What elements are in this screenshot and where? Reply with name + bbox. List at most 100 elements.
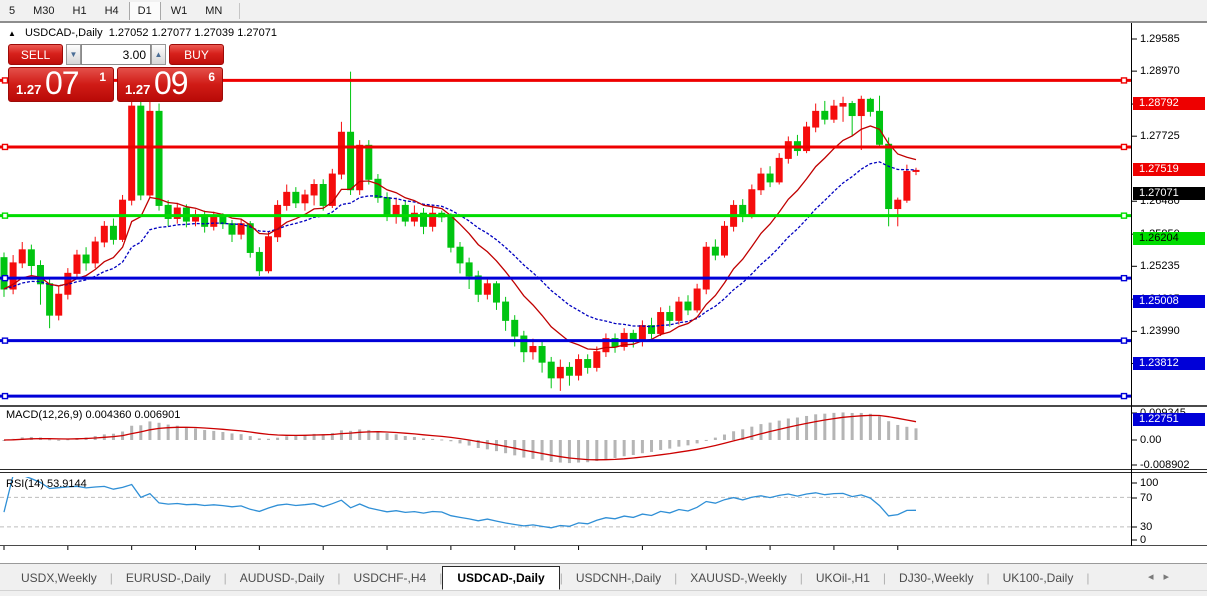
chart-tab-audusd[interactable]: AUDUSD-,Daily bbox=[227, 567, 338, 589]
candle bbox=[538, 345, 546, 363]
timeframe-button-5[interactable]: 5 bbox=[1, 3, 23, 19]
rsi-line bbox=[3, 477, 917, 529]
candle bbox=[638, 325, 646, 342]
rsi-value: 53.9144 bbox=[46, 478, 87, 490]
macd-bar bbox=[494, 440, 498, 452]
line-handle[interactable] bbox=[1120, 77, 1128, 84]
candle bbox=[319, 184, 327, 206]
chart-tab-eurusd[interactable]: EURUSD-,Daily bbox=[113, 567, 224, 589]
ohlc-open: 1.27052 bbox=[108, 27, 149, 39]
macd-bar bbox=[677, 440, 681, 447]
hline-price-badge: 1.28792 bbox=[1133, 96, 1205, 110]
candle bbox=[109, 225, 117, 240]
candle bbox=[556, 366, 564, 379]
volume-increase-button[interactable]: ▲ bbox=[151, 44, 166, 65]
candle bbox=[575, 359, 583, 376]
line-handle[interactable] bbox=[1120, 212, 1128, 219]
candle bbox=[775, 157, 783, 183]
buy-price-panel[interactable]: 1.27 09 6 bbox=[117, 65, 223, 102]
tab-scroll-right-icon[interactable]: ▸ bbox=[1163, 571, 1179, 583]
candle bbox=[91, 241, 99, 264]
ohlc-high: 1.27077 bbox=[151, 27, 192, 39]
candle bbox=[866, 98, 874, 112]
macd-bar bbox=[239, 434, 243, 440]
macd-bar bbox=[358, 429, 362, 440]
candle bbox=[529, 345, 537, 353]
candle bbox=[912, 169, 920, 172]
line-handle[interactable] bbox=[1, 274, 9, 282]
ohlc-close: 1.27071 bbox=[237, 27, 277, 39]
timeframe-button-w1[interactable]: W1 bbox=[163, 3, 196, 19]
chart-tab-uk100[interactable]: UK100-,Daily bbox=[990, 567, 1087, 589]
hline-price-badge: 1.25008 bbox=[1133, 294, 1205, 308]
macd-bar bbox=[266, 438, 270, 440]
candle bbox=[447, 216, 455, 248]
macd-bar bbox=[458, 440, 462, 444]
line-handle[interactable] bbox=[1120, 274, 1128, 282]
chart-tab-usdcad[interactable]: USDCAD-,Daily bbox=[442, 566, 560, 590]
candle bbox=[894, 199, 902, 210]
candle bbox=[82, 254, 90, 264]
buy-price-prefix: 1.27 bbox=[125, 82, 151, 97]
timeframe-button-h1[interactable]: H1 bbox=[65, 3, 95, 19]
volume-input[interactable] bbox=[81, 44, 151, 65]
buy-button[interactable]: BUY bbox=[169, 44, 224, 65]
timeframe-button-d1[interactable]: D1 bbox=[128, 1, 161, 20]
timeframe-toolbar: 5 M30 H1 H4 D1 W1 MN bbox=[0, 0, 1207, 23]
line-handle[interactable] bbox=[1, 212, 9, 219]
macd-bar bbox=[485, 440, 489, 450]
candle bbox=[128, 105, 136, 201]
tab-scroll-left-icon[interactable]: ◂ bbox=[1148, 571, 1164, 583]
macd-bar bbox=[522, 440, 526, 458]
timeframe-button-m30[interactable]: M30 bbox=[25, 3, 62, 19]
price-tick-label: 1.27725 bbox=[1140, 130, 1180, 143]
macd-bar bbox=[221, 432, 225, 440]
chart-tab-usdcnh[interactable]: USDCNH-,Daily bbox=[563, 567, 674, 589]
candle bbox=[720, 225, 728, 256]
line-handle[interactable] bbox=[1, 337, 9, 344]
macd-bar bbox=[640, 440, 644, 454]
candle bbox=[264, 236, 272, 272]
collapse-triangle-icon[interactable]: ▲ bbox=[8, 29, 16, 38]
chart-tab-xauusd[interactable]: XAUUSD-,Weekly bbox=[677, 567, 799, 589]
hline-price-badge: 1.27519 bbox=[1133, 163, 1205, 177]
indicator-tick-label: 70 bbox=[1140, 492, 1153, 504]
timeframe-button-mn[interactable]: MN bbox=[197, 3, 230, 19]
hline-price-badge: 1.23812 bbox=[1133, 357, 1205, 371]
line-handle[interactable] bbox=[1120, 392, 1128, 400]
chart-tab-usdchf[interactable]: USDCHF-,H4 bbox=[341, 567, 440, 589]
macd-bar bbox=[622, 440, 626, 457]
rsi-name: RSI(14) bbox=[6, 478, 44, 490]
macd-bar bbox=[905, 426, 909, 440]
sell-price-panel[interactable]: 1.27 07 1 bbox=[8, 65, 114, 102]
line-handle[interactable] bbox=[1, 77, 9, 84]
sell-button[interactable]: SELL bbox=[8, 44, 63, 65]
chart-tab-dj30[interactable]: DJ30-,Weekly bbox=[886, 567, 986, 589]
candle bbox=[119, 199, 127, 240]
indicator-tick-label: 100 bbox=[1140, 477, 1159, 489]
candle bbox=[693, 288, 701, 311]
line-handle[interactable] bbox=[1, 143, 9, 151]
timeframe-button-h4[interactable]: H4 bbox=[97, 3, 127, 19]
volume-decrease-button[interactable]: ▼ bbox=[66, 44, 81, 65]
candle bbox=[374, 178, 382, 199]
chart-window[interactable]: ▲ USDCAD-,Daily 1.27052 1.27077 1.27039 … bbox=[0, 23, 1207, 596]
macd-bar bbox=[440, 439, 444, 441]
macd-bar bbox=[166, 424, 170, 440]
candle bbox=[310, 184, 318, 196]
macd-bar bbox=[859, 412, 863, 440]
sell-price-main: 07 bbox=[45, 65, 80, 101]
line-handle[interactable] bbox=[1120, 143, 1128, 151]
line-handle[interactable] bbox=[1, 392, 9, 400]
macd-bar bbox=[659, 440, 663, 450]
line-handle[interactable] bbox=[1120, 337, 1128, 344]
macd-bar bbox=[248, 436, 252, 440]
sell-price-prefix: 1.27 bbox=[16, 82, 42, 97]
candle bbox=[365, 144, 373, 180]
hline-price-badge: 1.22751 bbox=[1133, 412, 1205, 426]
macd-bar bbox=[878, 416, 882, 440]
chart-tab-ukoil[interactable]: UKOil-,H1 bbox=[803, 567, 883, 589]
toolbar-separator bbox=[239, 2, 241, 19]
chart-canvas[interactable] bbox=[0, 23, 1207, 596]
chart-tab-usdx[interactable]: USDX,Weekly bbox=[8, 567, 110, 589]
